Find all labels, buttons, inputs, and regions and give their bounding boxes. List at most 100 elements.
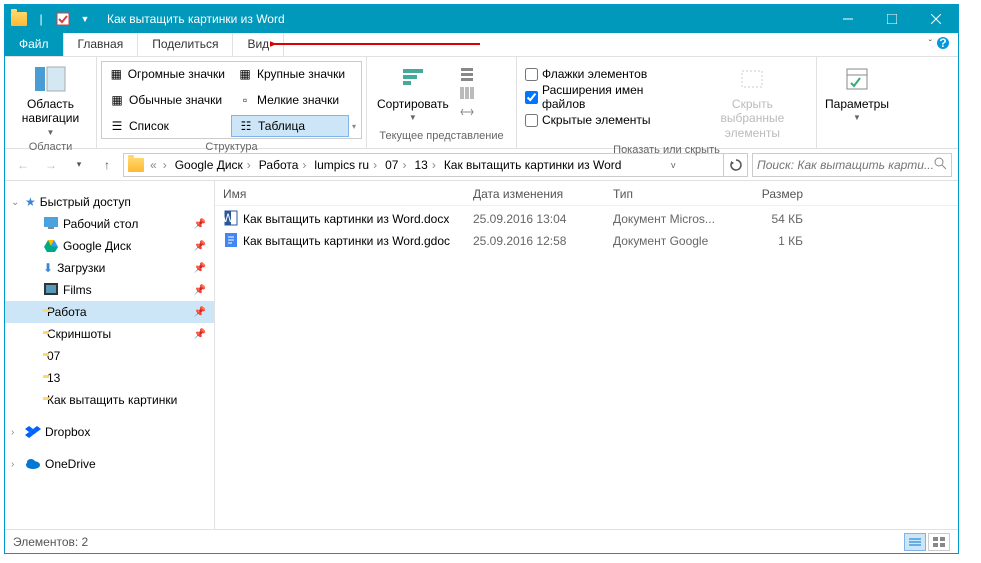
layout-more-icon[interactable]: ▾ xyxy=(349,115,359,137)
breadcrumb-item[interactable]: Как вытащить картинки из Word xyxy=(442,158,624,172)
svg-text:W: W xyxy=(223,211,234,225)
sidebar-item-extract-images[interactable]: Как вытащить картинки xyxy=(5,389,214,411)
collapse-ribbon-icon[interactable]: ˇ xyxy=(929,39,932,50)
films-icon xyxy=(43,282,59,299)
sort-button[interactable]: Сортировать ▼ xyxy=(371,61,455,124)
maximize-button[interactable] xyxy=(870,5,914,33)
breadcrumb-root[interactable]: «› xyxy=(146,158,171,172)
item-checkboxes-toggle[interactable]: Флажки элементов xyxy=(521,63,693,85)
minimize-button[interactable] xyxy=(826,5,870,33)
details-view-button[interactable] xyxy=(904,533,926,551)
dropdown-icon: ▼ xyxy=(853,113,861,122)
group-current-view-label: Текущее представление xyxy=(371,128,512,144)
onedrive-icon xyxy=(25,456,41,473)
breadcrumb-item[interactable]: Google Диск› xyxy=(173,158,255,172)
file-row[interactable]: Как вытащить картинки из Word.gdoc 25.09… xyxy=(223,230,950,252)
layout-extra-large-icons[interactable]: ▦Огромные значки xyxy=(103,63,231,85)
column-type[interactable]: Тип xyxy=(613,187,733,201)
titlebar: | ▼ Как вытащить картинки из Word xyxy=(5,5,958,33)
group-show-hide-label: Показать или скрыть xyxy=(521,142,812,158)
pin-icon: 📌 xyxy=(194,219,206,230)
navigation-pane-label: Область навигации xyxy=(22,97,79,126)
tab-home[interactable]: Главная xyxy=(64,33,139,56)
help-icon[interactable]: ? xyxy=(936,36,950,53)
dropdown-icon: ▼ xyxy=(409,113,417,122)
forward-button[interactable]: → xyxy=(39,153,63,177)
layout-details[interactable]: ☷Таблица xyxy=(231,115,349,137)
back-button[interactable]: ← xyxy=(11,153,35,177)
sidebar-item-screenshots[interactable]: Скриншоты📌 xyxy=(5,323,214,345)
navigation-pane-button[interactable]: Область навигации ▼ xyxy=(9,61,92,139)
expand-icon[interactable]: › xyxy=(11,459,14,470)
thumbnails-view-button[interactable] xyxy=(928,533,950,551)
tab-share[interactable]: Поделиться xyxy=(138,33,233,56)
sidebar-item-07[interactable]: 07 xyxy=(5,345,214,367)
sidebar-item-work[interactable]: Работа📌 xyxy=(5,301,214,323)
tab-file[interactable]: Файл xyxy=(5,33,64,56)
file-extensions-toggle[interactable]: Расширения имен файлов xyxy=(521,86,693,108)
close-button[interactable] xyxy=(914,5,958,33)
pin-icon: 📌 xyxy=(194,329,206,340)
hide-selected-icon xyxy=(736,63,768,95)
layout-list[interactable]: ☰Список xyxy=(103,115,231,137)
navigation-pane-icon xyxy=(35,63,67,95)
downloads-icon: ⬇ xyxy=(43,261,53,275)
breadcrumb-item[interactable]: 07› xyxy=(383,158,410,172)
sidebar-item-google-drive[interactable]: Google Диск📌 xyxy=(5,235,214,257)
collapse-icon[interactable]: ⌄ xyxy=(11,197,19,208)
qat-separator: | xyxy=(31,9,51,29)
pin-icon: 📌 xyxy=(194,307,206,318)
expand-icon[interactable]: › xyxy=(11,427,14,438)
up-button[interactable]: ↑ xyxy=(95,153,119,177)
dropbox-node[interactable]: ›Dropbox xyxy=(5,421,214,443)
size-columns-icon[interactable] xyxy=(459,104,475,120)
hidden-items-toggle[interactable]: Скрытые элементы xyxy=(521,109,693,131)
recent-locations-button[interactable]: ▾ xyxy=(67,153,91,177)
status-bar: Элементов: 2 xyxy=(5,529,958,553)
breadcrumb-item[interactable]: lumpics ru› xyxy=(312,158,381,172)
column-date[interactable]: Дата изменения xyxy=(473,187,613,201)
qat-dropdown-icon[interactable]: ▼ xyxy=(75,9,95,29)
window-title: Как вытащить картинки из Word xyxy=(107,12,285,26)
gdoc-icon xyxy=(223,232,239,251)
layout-small-icons[interactable]: ▫Мелкие значки xyxy=(231,89,359,111)
dropbox-icon xyxy=(25,424,41,441)
column-size[interactable]: Размер xyxy=(733,187,803,201)
layout-large-icons[interactable]: ▦Крупные значки xyxy=(231,63,359,85)
file-extensions-checkbox[interactable] xyxy=(525,91,538,104)
layout-sm-icon: ▫ xyxy=(237,92,253,108)
item-checkboxes-checkbox[interactable] xyxy=(525,68,538,81)
quick-access-node[interactable]: ⌄★Быстрый доступ xyxy=(5,191,214,213)
hidden-items-checkbox[interactable] xyxy=(525,114,538,127)
column-name[interactable]: Имя xyxy=(223,187,473,201)
folder-icon xyxy=(9,9,29,29)
quick-access-icon: ★ xyxy=(25,195,36,209)
options-button[interactable]: Параметры ▼ xyxy=(821,61,893,124)
navigation-pane: ⌄★Быстрый доступ Рабочий стол📌 Google Ди… xyxy=(5,181,215,529)
sidebar-item-downloads[interactable]: ⬇Загрузки📌 xyxy=(5,257,214,279)
properties-icon[interactable] xyxy=(53,9,73,29)
file-row[interactable]: WКак вытащить картинки из Word.docx 25.0… xyxy=(223,208,950,230)
pin-icon: 📌 xyxy=(194,285,206,296)
layout-lg-icon: ▦ xyxy=(237,66,253,82)
breadcrumb-item[interactable]: 13› xyxy=(412,158,439,172)
breadcrumb-item[interactable]: Работа› xyxy=(257,158,311,172)
layout-md-icon: ▦ xyxy=(109,92,125,108)
search-input[interactable] xyxy=(757,158,933,172)
sort-icon xyxy=(397,63,429,95)
explorer-window: | ▼ Как вытащить картинки из Word Файл Г… xyxy=(4,4,959,554)
group-layout-label: Структура xyxy=(101,139,362,155)
content-area: ⌄★Быстрый доступ Рабочий стол📌 Google Ди… xyxy=(5,181,958,529)
layout-medium-icons[interactable]: ▦Обычные значки xyxy=(103,89,231,111)
sidebar-item-desktop[interactable]: Рабочий стол📌 xyxy=(5,213,214,235)
sidebar-item-films[interactable]: Films📌 xyxy=(5,279,214,301)
group-panes-label: Области xyxy=(9,139,92,155)
svg-text:?: ? xyxy=(939,36,946,50)
status-text: Элементов: 2 xyxy=(13,535,88,549)
add-columns-icon[interactable] xyxy=(459,85,475,101)
sidebar-item-13[interactable]: 13 xyxy=(5,367,214,389)
group-by-icon[interactable] xyxy=(459,66,475,82)
search-icon[interactable] xyxy=(933,156,947,173)
column-headers: Имя Дата изменения Тип Размер xyxy=(215,181,958,206)
onedrive-node[interactable]: ›OneDrive xyxy=(5,453,214,475)
